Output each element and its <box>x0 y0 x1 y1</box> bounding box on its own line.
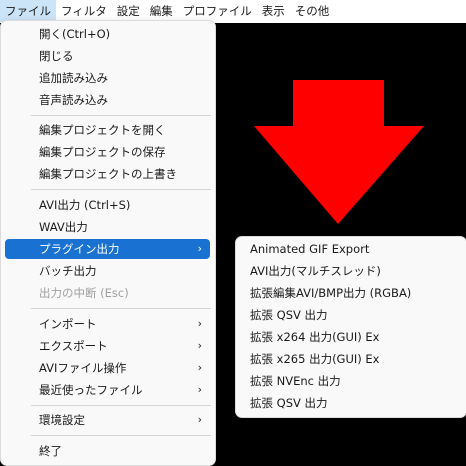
submenu-item-x265[interactable]: 拡張 x265 出力(GUI) Ex <box>240 349 461 369</box>
menu-view[interactable]: 表示 <box>257 0 290 22</box>
menu-item-label: 開く(Ctrl+O) <box>39 27 111 41</box>
menu-item-import[interactable]: インポート › <box>5 314 210 334</box>
plugin-output-submenu: Animated GIF Export AVI出力(マルチスレッド) 拡張編集A… <box>235 236 466 418</box>
submenu-item-x264[interactable]: 拡張 x264 出力(GUI) Ex <box>240 327 461 347</box>
menu-item-label: AVI出力 (Ctrl+S) <box>39 198 131 212</box>
menu-item-load-audio[interactable]: 音声読み込み <box>5 90 210 110</box>
menu-settings[interactable]: 設定 <box>112 0 145 22</box>
submenu-item-exedit-avi-bmp[interactable]: 拡張編集AVI/BMP出力 (RGBA) <box>240 283 461 303</box>
menu-item-label: 追加読み込み <box>39 71 108 85</box>
menu-bar: ファイル フィルタ 設定 編集 プロファイル 表示 その他 <box>0 0 466 22</box>
menu-item-batch-output[interactable]: バッチ出力 <box>5 261 210 281</box>
menu-profile[interactable]: プロファイル <box>178 0 257 22</box>
menu-item-preferences[interactable]: 環境設定 › <box>5 410 210 430</box>
submenu-item-nvenc[interactable]: 拡張 NVEnc 出力 <box>240 371 461 391</box>
menu-item-label: 編集プロジェクトを開く <box>39 123 166 137</box>
menu-other[interactable]: その他 <box>290 0 335 22</box>
submenu-item-animated-gif[interactable]: Animated GIF Export <box>240 239 461 259</box>
menu-separator <box>31 435 211 436</box>
menu-item-label: 拡張 x265 出力(GUI) Ex <box>250 352 380 366</box>
submenu-item-avi-multithread[interactable]: AVI出力(マルチスレッド) <box>240 261 461 281</box>
menu-item-append-load[interactable]: 追加読み込み <box>5 68 210 88</box>
menu-item-label: 出力の中断 (Esc) <box>39 286 129 300</box>
menu-item-label: 拡張 QSV 出力 <box>250 396 328 410</box>
menu-item-label: 閉じる <box>39 49 74 63</box>
submenu-item-qsv-1[interactable]: 拡張 QSV 出力 <box>240 305 461 325</box>
menu-item-label: 拡張 x264 出力(GUI) Ex <box>250 330 380 344</box>
chevron-right-icon: › <box>197 242 202 255</box>
menu-file[interactable]: ファイル <box>0 0 56 22</box>
menu-edit[interactable]: 編集 <box>145 0 178 22</box>
menu-item-export[interactable]: エクスポート › <box>5 336 210 356</box>
menu-item-save-project[interactable]: 編集プロジェクトの保存 <box>5 142 210 162</box>
chevron-right-icon: › <box>197 361 202 374</box>
menu-separator <box>31 189 211 190</box>
menu-item-stop-output: 出力の中断 (Esc) <box>5 283 210 303</box>
menu-item-wav-output[interactable]: WAV出力 <box>5 217 210 237</box>
chevron-right-icon: › <box>197 317 202 330</box>
menu-item-label: エクスポート <box>39 339 108 353</box>
menu-item-label: AVI出力(マルチスレッド) <box>250 264 381 278</box>
menu-item-label: 拡張編集AVI/BMP出力 (RGBA) <box>250 286 412 300</box>
menu-item-label: 拡張 QSV 出力 <box>250 308 328 322</box>
menu-item-open-project[interactable]: 編集プロジェクトを開く <box>5 120 210 140</box>
menu-item-overwrite-project[interactable]: 編集プロジェクトの上書き <box>5 164 210 184</box>
menu-separator <box>31 308 211 309</box>
file-menu: 開く(Ctrl+O) 閉じる 追加読み込み 音声読み込み 編集プロジェクトを開く… <box>0 20 216 466</box>
menu-item-label: 編集プロジェクトの上書き <box>39 167 177 181</box>
submenu-item-qsv-2[interactable]: 拡張 QSV 出力 <box>240 393 461 413</box>
chevron-right-icon: › <box>197 383 202 396</box>
menu-filter[interactable]: フィルタ <box>56 0 112 22</box>
menu-item-label: インポート <box>39 317 97 331</box>
menu-item-avi-file-ops[interactable]: AVIファイル操作 › <box>5 358 210 378</box>
menu-item-label: 終了 <box>39 444 62 458</box>
menu-item-close[interactable]: 閉じる <box>5 46 210 66</box>
menu-item-label: 環境設定 <box>39 413 85 427</box>
menu-separator <box>31 405 211 406</box>
menu-item-label: Animated GIF Export <box>250 242 370 256</box>
menu-separator <box>31 115 211 116</box>
menu-item-exit[interactable]: 終了 <box>5 441 210 461</box>
menu-item-recent-files[interactable]: 最近使ったファイル › <box>5 380 210 400</box>
menu-item-label: 音声読み込み <box>39 93 108 107</box>
menu-item-label: WAV出力 <box>39 220 88 234</box>
chevron-right-icon: › <box>197 339 202 352</box>
menu-item-avi-output[interactable]: AVI出力 (Ctrl+S) <box>5 195 210 215</box>
menu-item-label: 最近使ったファイル <box>39 383 143 397</box>
chevron-right-icon: › <box>197 413 202 426</box>
menu-item-label: AVIファイル操作 <box>39 361 127 375</box>
menu-item-label: 拡張 NVEnc 出力 <box>250 374 341 388</box>
menu-item-open[interactable]: 開く(Ctrl+O) <box>5 24 210 44</box>
menu-item-label: プラグイン出力 <box>39 242 120 256</box>
menu-item-plugin-output[interactable]: プラグイン出力 › <box>5 239 210 259</box>
menu-item-label: バッチ出力 <box>39 264 97 278</box>
menu-item-label: 編集プロジェクトの保存 <box>39 145 166 159</box>
